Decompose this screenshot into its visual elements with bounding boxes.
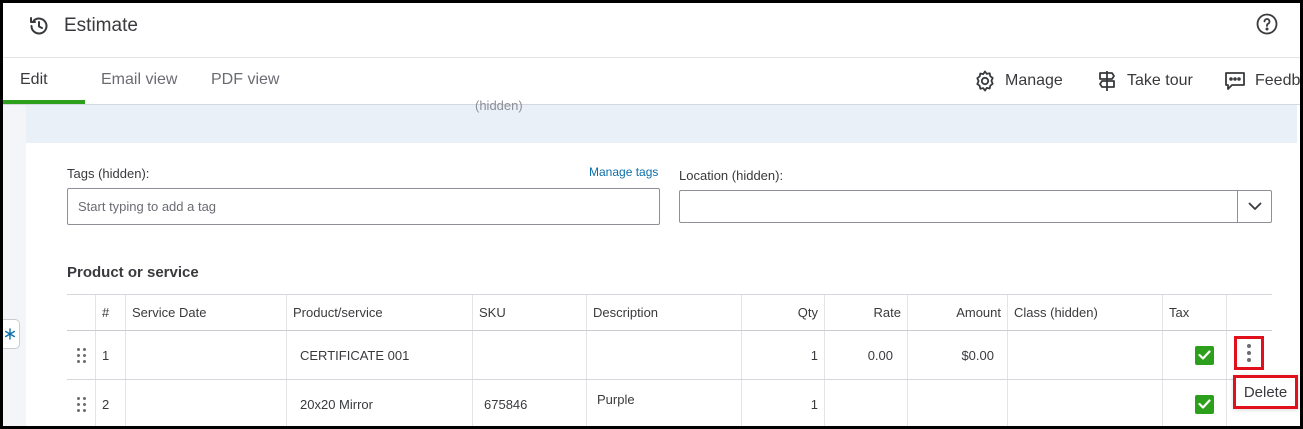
header-actions-col — [1226, 295, 1272, 330]
header-description: Description — [586, 295, 741, 330]
gear-icon — [976, 70, 994, 92]
header-class: Class (hidden) — [1007, 295, 1162, 330]
checkmark-icon — [1198, 399, 1211, 409]
amount-cell[interactable]: $0.00 — [907, 331, 1007, 379]
manage-tags-link[interactable]: Manage tags — [589, 165, 658, 179]
kebab-icon — [1247, 344, 1251, 362]
chevron-down-icon — [1248, 202, 1261, 210]
tags-input[interactable] — [67, 188, 660, 225]
header-product-service: Product/service — [286, 295, 472, 330]
location-select[interactable] — [679, 190, 1272, 223]
row-menu-button[interactable] — [1234, 336, 1264, 370]
page-title: Estimate — [64, 15, 138, 36]
header-rate: Rate — [824, 295, 907, 330]
tax-cell — [1162, 331, 1226, 379]
header-tax: Tax — [1162, 295, 1226, 330]
product-section-title: Product or service — [67, 264, 199, 281]
manage-button[interactable]: Manage — [973, 69, 1063, 93]
delete-menu-item[interactable]: Delete — [1233, 375, 1298, 409]
class-cell[interactable] — [1007, 380, 1162, 428]
table-row: 2 20x20 Mirror 675846 Purple 1 — [67, 380, 1272, 429]
amount-cell[interactable] — [907, 380, 1007, 428]
tags-label: Tags (hidden): — [67, 166, 150, 181]
drag-handle-icon — [76, 396, 86, 412]
header-amount: Amount — [907, 295, 1007, 330]
feedback-label: Feedb — [1255, 72, 1301, 89]
sku-cell[interactable] — [472, 331, 586, 379]
drag-handle[interactable] — [67, 380, 95, 428]
tax-cell — [1162, 380, 1226, 428]
product-service-cell[interactable]: CERTIFICATE 001 — [286, 331, 472, 379]
service-date-cell[interactable] — [125, 380, 286, 428]
row-number: 2 — [95, 380, 125, 428]
chat-bubble-icon — [1225, 72, 1245, 90]
rate-cell[interactable]: 0.00 — [824, 331, 907, 379]
service-date-cell[interactable] — [125, 331, 286, 379]
drag-handle-icon — [76, 347, 86, 363]
left-gutter — [3, 105, 26, 426]
history-icon[interactable] — [27, 14, 51, 38]
active-tab-indicator — [3, 100, 85, 104]
tab-bar: Edit Email view PDF view Manage Take tou… — [3, 58, 1300, 105]
header-qty: Qty — [741, 295, 824, 330]
tax-checkbox[interactable] — [1195, 345, 1214, 365]
header-sku: SKU — [472, 295, 586, 330]
hidden-field-fragment: (hidden) — [475, 98, 523, 113]
row-number: 1 — [95, 331, 125, 379]
location-label: Location (hidden): — [679, 168, 784, 183]
drag-handle[interactable] — [67, 331, 95, 379]
description-cell[interactable]: Purple — [586, 380, 741, 428]
signpost-icon — [1099, 71, 1115, 91]
table-row: 1 CERTIFICATE 001 1 0.00 $0.00 — [67, 331, 1272, 380]
take-tour-label: Take tour — [1127, 72, 1193, 89]
side-panel-toggle[interactable] — [0, 319, 20, 349]
take-tour-button[interactable]: Take tour — [1095, 69, 1193, 93]
location-dropdown-button[interactable] — [1237, 191, 1271, 222]
header-drag-col — [67, 295, 95, 330]
feedback-button[interactable]: Feedb — [1223, 69, 1300, 93]
snowflake-icon — [4, 328, 15, 340]
table-header: # Service Date Product/service SKU Descr… — [67, 294, 1272, 331]
checkmark-icon — [1198, 350, 1211, 360]
header-number: # — [95, 295, 125, 330]
page-header: Estimate — [3, 3, 1300, 58]
rate-cell[interactable] — [824, 380, 907, 428]
header-service-date: Service Date — [125, 295, 286, 330]
qty-cell[interactable]: 1 — [741, 331, 824, 379]
manage-label: Manage — [1005, 72, 1063, 89]
tab-pdf-view[interactable]: PDF view — [211, 71, 279, 89]
tab-email-view[interactable]: Email view — [101, 71, 177, 89]
qty-cell[interactable]: 1 — [741, 380, 824, 428]
tab-edit[interactable]: Edit — [20, 71, 48, 89]
description-cell[interactable] — [586, 331, 741, 379]
sku-cell[interactable]: 675846 — [472, 380, 586, 428]
product-service-cell[interactable]: 20x20 Mirror — [286, 380, 472, 428]
tax-checkbox[interactable] — [1195, 394, 1214, 414]
class-cell[interactable] — [1007, 331, 1162, 379]
help-icon[interactable] — [1255, 12, 1279, 36]
customer-info-band — [26, 105, 1297, 143]
